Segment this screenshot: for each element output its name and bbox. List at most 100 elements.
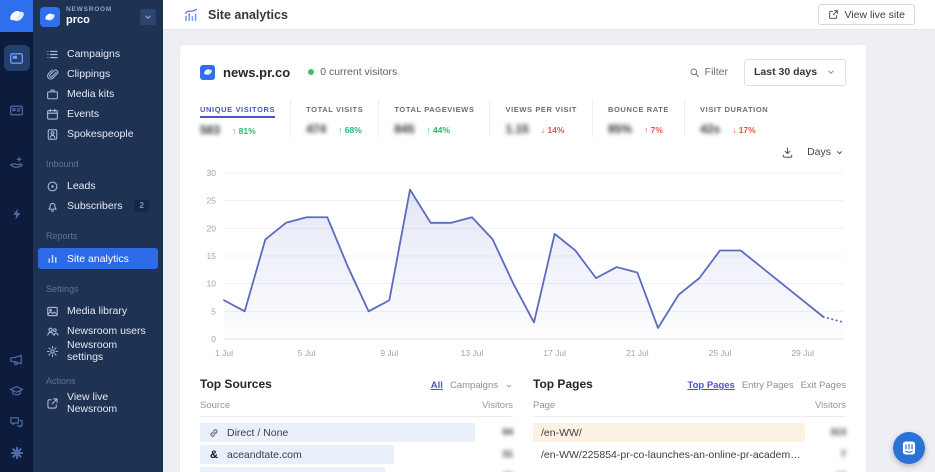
sidebar-item-label: Events [67,108,100,120]
newsroom-window-icon [9,51,24,66]
calendar-icon [46,108,59,121]
date-range-select[interactable]: Last 30 days [744,58,846,86]
workspace-text: NEWSROOM prco [66,6,140,27]
lightning-icon [10,207,24,221]
stat-change: ↑ 44% [426,125,451,135]
sidebar-item-view-live-newsroom[interactable]: View live Newsroom [33,391,163,415]
workspace-logo [40,6,60,27]
rail-item-newsroom[interactable] [3,45,30,71]
view-live-site-button[interactable]: View live site [817,4,915,25]
workspace-switcher[interactable]: NEWSROOM prco [33,0,163,33]
stat-label: TOTAL PAGEVIEWS [394,105,475,114]
rail-item-integrations[interactable] [4,440,30,466]
svg-text:30: 30 [207,168,217,178]
prco-logo-icon [8,7,26,25]
media-library-icon [46,305,59,318]
chevron-down-icon [826,67,836,77]
flower-icon [10,446,24,460]
source-row-direct[interactable]: Direct / None 94 [200,422,513,443]
svg-text:20: 20 [207,223,217,233]
stat-label: VIEWS PER VISIT [505,105,577,114]
page-title: Site analytics [208,7,288,22]
rail-item-announcements[interactable] [4,347,30,373]
svg-text:5 Jul: 5 Jul [298,348,316,358]
stat-views-per-visit[interactable]: VIEWS PER VISIT 1.15 ↓ 14% [489,99,592,137]
workspace-chevron-button[interactable] [140,8,156,25]
prco-logo [0,0,33,32]
topbar: Site analytics View live site [163,0,935,30]
granularity-select[interactable]: Days [807,146,844,158]
sidebar-item-campaigns[interactable]: Campaigns [33,44,163,64]
filter-button[interactable]: Filter [689,66,728,78]
visitors-value-redacted: 7 [840,449,846,460]
bar-chart-icon [46,252,59,265]
sidebar-item-media-kits[interactable]: Media kits [33,84,163,104]
sources-campaigns-link[interactable]: Campaigns [450,380,498,391]
sidebar-item-newsroom-users[interactable]: Newsroom users [33,321,163,341]
stat-unique-visitors[interactable]: UNIQUE VISITORS 583 ↑ 81% [200,99,290,137]
page-row-academy-post[interactable]: /en-WW/225854-pr-co-launches-an-online-p… [533,444,846,465]
external-link-icon [46,397,59,410]
sidebar-item-label: Campaigns [67,48,121,60]
source-row-google[interactable]: Google 29 [200,466,513,472]
sidebar-item-leads[interactable]: Leads [33,176,163,196]
column-visitors: Visitors [482,400,513,411]
sidebar-item-spokespeople[interactable]: Spokespeople [33,124,163,144]
sidebar-item-label: Media kits [67,88,115,100]
tab-exit-pages[interactable]: Exit Pages [801,380,846,391]
graduation-cap-icon [9,384,24,399]
briefcase-icon [46,88,59,101]
sidebar-item-clippings[interactable]: Clippings [33,64,163,84]
rail-item-contacts[interactable] [4,97,30,123]
rail-item-referrals[interactable] [4,149,30,175]
site-favicon [200,64,215,80]
stat-label: TOTAL VISITS [306,105,364,114]
chart-controls: Days [180,143,866,161]
bell-icon [46,200,59,213]
intercom-chat-button[interactable] [893,432,925,464]
subscribers-count-badge: 2 [134,200,149,212]
stat-total-visits[interactable]: TOTAL VISITS 474 ↑ 68% [290,99,378,137]
stat-total-pageviews[interactable]: TOTAL PAGEVIEWS 845 ↑ 44% [378,99,489,137]
workspace-name: prco [66,14,90,27]
sidebar-item-label: Subscribers [67,200,123,212]
sidebar-item-label: Media library [67,305,128,317]
top-sources-controls: All Campaigns [431,380,513,391]
rail-bottom-group [4,347,30,472]
megaphone-icon [9,353,24,368]
stat-bounce-rate[interactable]: BOUNCE RATE 85% ↑ 7% [591,99,684,137]
chat-bubbles-icon [9,415,24,430]
rail-item-academy[interactable] [4,378,30,404]
sidebar-section-reports: Reports [46,231,78,241]
rail-item-chat[interactable] [4,409,30,435]
stat-label: VISIT DURATION [700,105,769,114]
tab-top-pages[interactable]: Top Pages [687,380,734,391]
sidebar-item-media-library[interactable]: Media library [33,301,163,321]
source-row-aceandtate[interactable]: & aceandtate.com 31 [200,444,513,465]
page-row-contact[interactable]: /en-WW/contact/ 18 [533,466,846,472]
svg-text:0: 0 [211,334,216,344]
sources-all-link[interactable]: All [431,380,443,391]
stat-value-redacted: 85% [607,122,633,136]
stat-visit-duration[interactable]: VISIT DURATION 42s ↓ 17% [684,99,783,137]
hand-plus-icon [9,155,24,170]
page-row-home[interactable]: /en-WW/ 313 [533,422,846,443]
sidebar-item-subscribers[interactable]: Subscribers 2 [33,196,163,216]
stat-label: BOUNCE RATE [607,105,670,114]
page-label: /en-WW/225854-pr-co-launches-an-online-p… [541,448,803,461]
download-icon[interactable] [781,146,794,159]
ampersand-icon: & [210,448,218,461]
sources-column-headers: Source Visitors [200,400,513,417]
svg-text:17 Jul: 17 Jul [543,348,566,358]
sidebar-item-events[interactable]: Events [33,104,163,124]
sidebar-item-site-analytics[interactable]: Site analytics [38,248,158,269]
visitors-chart: 0 5 10 15 20 25 30 1 Jul 5 Jul 9 Jul 13 Jul 17 Jul 2… [180,161,866,367]
svg-text:29 Jul: 29 Jul [791,348,814,358]
intercom-messenger-icon [900,439,918,457]
area-chart-svg: 0 5 10 15 20 25 30 1 Jul 5 Jul 9 Jul 13 Jul 17 Jul 2… [207,168,845,358]
sidebar-item-newsroom-settings[interactable]: Newsroom settings [33,339,163,363]
search-icon [689,67,700,78]
tab-entry-pages[interactable]: Entry Pages [742,380,794,391]
top-pages-title: Top Pages [533,377,593,391]
rail-item-activity[interactable] [4,201,30,227]
